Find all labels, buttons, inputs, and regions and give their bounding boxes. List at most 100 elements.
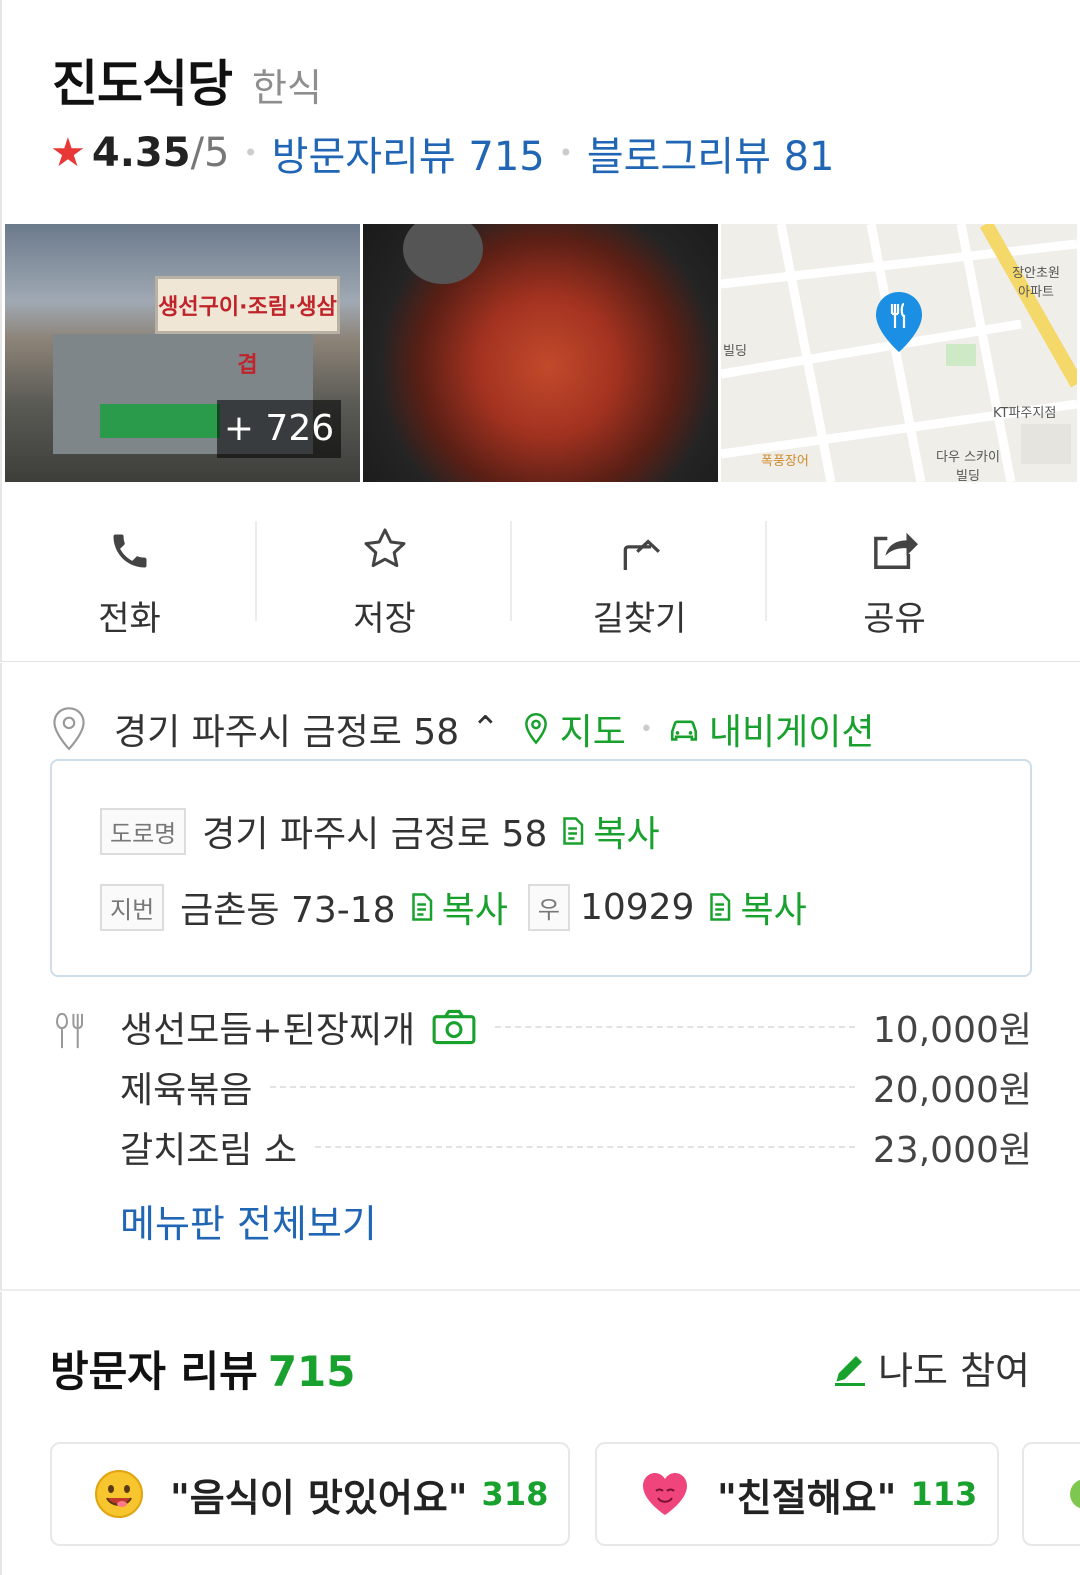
menu-leader-line	[495, 1026, 855, 1028]
action-bar: 전화 저장 길찾기 공유	[2, 495, 1080, 639]
copy-label: 복사	[740, 890, 807, 931]
map-link-label: 지도	[559, 712, 626, 753]
heart-emoji-icon	[643, 1473, 687, 1515]
share-icon	[873, 532, 918, 569]
reviews-title: 방문자 리뷰	[50, 1347, 258, 1396]
smile-emoji-icon	[95, 1470, 143, 1518]
reviews-heading: 방문자 리뷰 715	[50, 1338, 356, 1399]
review-keyword-count: 113	[910, 1475, 978, 1513]
emoji-partial-icon	[1070, 1479, 1080, 1509]
storefront-signboard: 생선구이·조림·생삼겹	[155, 276, 340, 378]
copy-zip-button[interactable]: 복사	[706, 881, 807, 933]
phone-icon	[113, 534, 146, 568]
lot-address-text: 금촌동 73-18	[180, 890, 396, 931]
food-photo[interactable]	[363, 224, 718, 482]
road-address-text: 경기 파주시 금정로 58	[202, 814, 548, 855]
separator-dot: •	[558, 139, 573, 167]
chevron-up-icon[interactable]: ⌃	[471, 709, 500, 749]
map-pin-icon	[876, 292, 922, 352]
see-full-menu-link[interactable]: 메뉴판 전체보기	[120, 1193, 377, 1248]
call-label: 전화	[98, 599, 161, 639]
fork-knife-icon	[55, 1012, 83, 1049]
join-review-label: 나도 참여	[878, 1349, 1030, 1393]
menu-item[interactable]: 갈치조림 소 23,000원	[120, 1123, 1032, 1171]
menu-item[interactable]: 제육볶음 20,000원	[120, 1063, 1032, 1111]
review-keyword-chip-partial[interactable]	[1022, 1442, 1080, 1546]
directions-label: 길찾기	[592, 599, 687, 639]
location-pin-icon	[53, 707, 85, 751]
photo-strip: 생선구이·조림·생삼겹 + 726 장안초원 아파트 KT파주지점 다우 스카이…	[5, 224, 1080, 482]
lot-address-line: 지번 금촌동 73-18 복사 우 10929 복사	[100, 881, 807, 933]
zip-code: 10929	[579, 886, 695, 928]
road-address-line: 도로명 경기 파주시 금정로 58 복사	[100, 805, 660, 857]
address-row: 경기 파주시 금정로 58 ⌃ 지도 • 내비게이션	[50, 703, 874, 755]
zip-tag: 우	[527, 883, 570, 931]
ladle-shape	[403, 224, 483, 284]
address-text[interactable]: 경기 파주시 금정로 58	[114, 703, 459, 755]
call-button[interactable]: 전화	[2, 495, 257, 639]
copy-label: 복사	[593, 814, 660, 855]
photo-more-count[interactable]: + 726	[217, 400, 341, 458]
map-label-kt: KT파주지점	[993, 406, 1057, 421]
blog-reviews-link[interactable]: 블로그리뷰 81	[587, 124, 835, 182]
save-button[interactable]: 저장	[257, 495, 512, 639]
storefront-photo[interactable]: 생선구이·조림·생삼겹 + 726	[5, 224, 360, 482]
rating-row: ★ 4.35 /5 • 방문자리뷰 715 • 블로그리뷰 81	[50, 124, 835, 182]
navigation-link[interactable]: 내비게이션	[667, 703, 875, 755]
place-header-card: 진도식당 한식 ★ 4.35 /5 • 방문자리뷰 715 • 블로그리뷰 81…	[0, 0, 1080, 662]
copy-icon	[411, 893, 432, 921]
place-category: 한식	[252, 66, 322, 110]
join-review-button[interactable]: 나도 참여	[832, 1340, 1030, 1395]
copy-lot-address-button[interactable]: 복사	[408, 881, 508, 933]
copy-road-address-button[interactable]: 복사	[559, 805, 660, 857]
map-label-building: 빌딩	[723, 344, 747, 359]
menu-item-name: 갈치조림 소	[120, 1130, 298, 1171]
star-outline-icon	[364, 528, 405, 568]
menu-item-name: 생선모듬+된장찌개	[120, 1010, 416, 1051]
road-address-tag: 도로명	[100, 807, 187, 855]
map-thumbnail[interactable]: 장안초원 아파트 KT파주지점 다우 스카이빌딩 폭풍장어 빌딩	[721, 224, 1077, 482]
review-keyword-chip[interactable]: "음식이 맛있어요" 318	[50, 1442, 570, 1546]
address-detail-box: 도로명 경기 파주시 금정로 58 복사 지번 금촌동 73-18 복사 우 1…	[50, 759, 1032, 977]
lot-address-tag: 지번	[100, 883, 165, 931]
place-name: 진도식당	[52, 55, 233, 113]
navigation-link-label: 내비게이션	[708, 712, 875, 753]
copy-label: 복사	[441, 890, 508, 931]
menu-leader-line	[270, 1086, 855, 1088]
directions-icon	[623, 539, 660, 570]
menu-item-price: 20,000원	[872, 1070, 1032, 1111]
review-keyword-text: "음식이 맛있어요"	[170, 1475, 468, 1520]
save-label: 저장	[353, 599, 416, 639]
map-pin-small-icon	[524, 713, 547, 745]
menu-item-name: 제육볶음	[120, 1070, 253, 1111]
review-keyword-count: 318	[481, 1475, 549, 1513]
copy-icon	[563, 817, 584, 845]
share-button[interactable]: 공유	[767, 495, 1022, 639]
place-info-section: 경기 파주시 금정로 58 ⌃ 지도 • 내비게이션 도로명 경기 파주시 금정…	[0, 663, 1080, 1291]
review-keyword-text: "친절해요"	[717, 1475, 897, 1520]
separator-dot: •	[639, 716, 653, 742]
camera-icon[interactable]	[431, 1008, 477, 1046]
map-link[interactable]: 지도	[522, 703, 626, 755]
storefront-green-panel	[100, 404, 220, 438]
rating-score: 4.35	[91, 130, 191, 176]
car-icon	[670, 720, 697, 741]
separator-dot: •	[243, 139, 258, 167]
title-row: 진도식당 한식	[52, 44, 322, 116]
menu-item[interactable]: 생선모듬+된장찌개 10,000원	[120, 1003, 1032, 1051]
menu-item-price: 23,000원	[872, 1130, 1032, 1171]
storefront-sign-text: 생선구이·조림·생삼겹	[158, 295, 337, 378]
rating-max: /5	[190, 130, 230, 176]
directions-button[interactable]: 길찾기	[512, 495, 767, 639]
map-label-restaurant: 폭풍장어	[761, 454, 809, 469]
menu-leader-line	[315, 1146, 855, 1148]
visitor-reviews-section: 방문자 리뷰 715 나도 참여 "음식이 맛있어요" 318 "친절해요" 11…	[0, 1292, 1080, 1575]
menu-item-price: 10,000원	[872, 1010, 1032, 1051]
pencil-icon	[835, 1355, 866, 1386]
map-label-daewoo: 다우 스카이빌딩	[936, 450, 1000, 482]
copy-icon	[710, 893, 731, 921]
share-label: 공유	[863, 599, 926, 639]
review-keyword-chip[interactable]: "친절해요" 113	[595, 1442, 999, 1546]
visitor-reviews-link[interactable]: 방문자리뷰 715	[272, 124, 545, 182]
star-icon: ★	[50, 130, 86, 176]
